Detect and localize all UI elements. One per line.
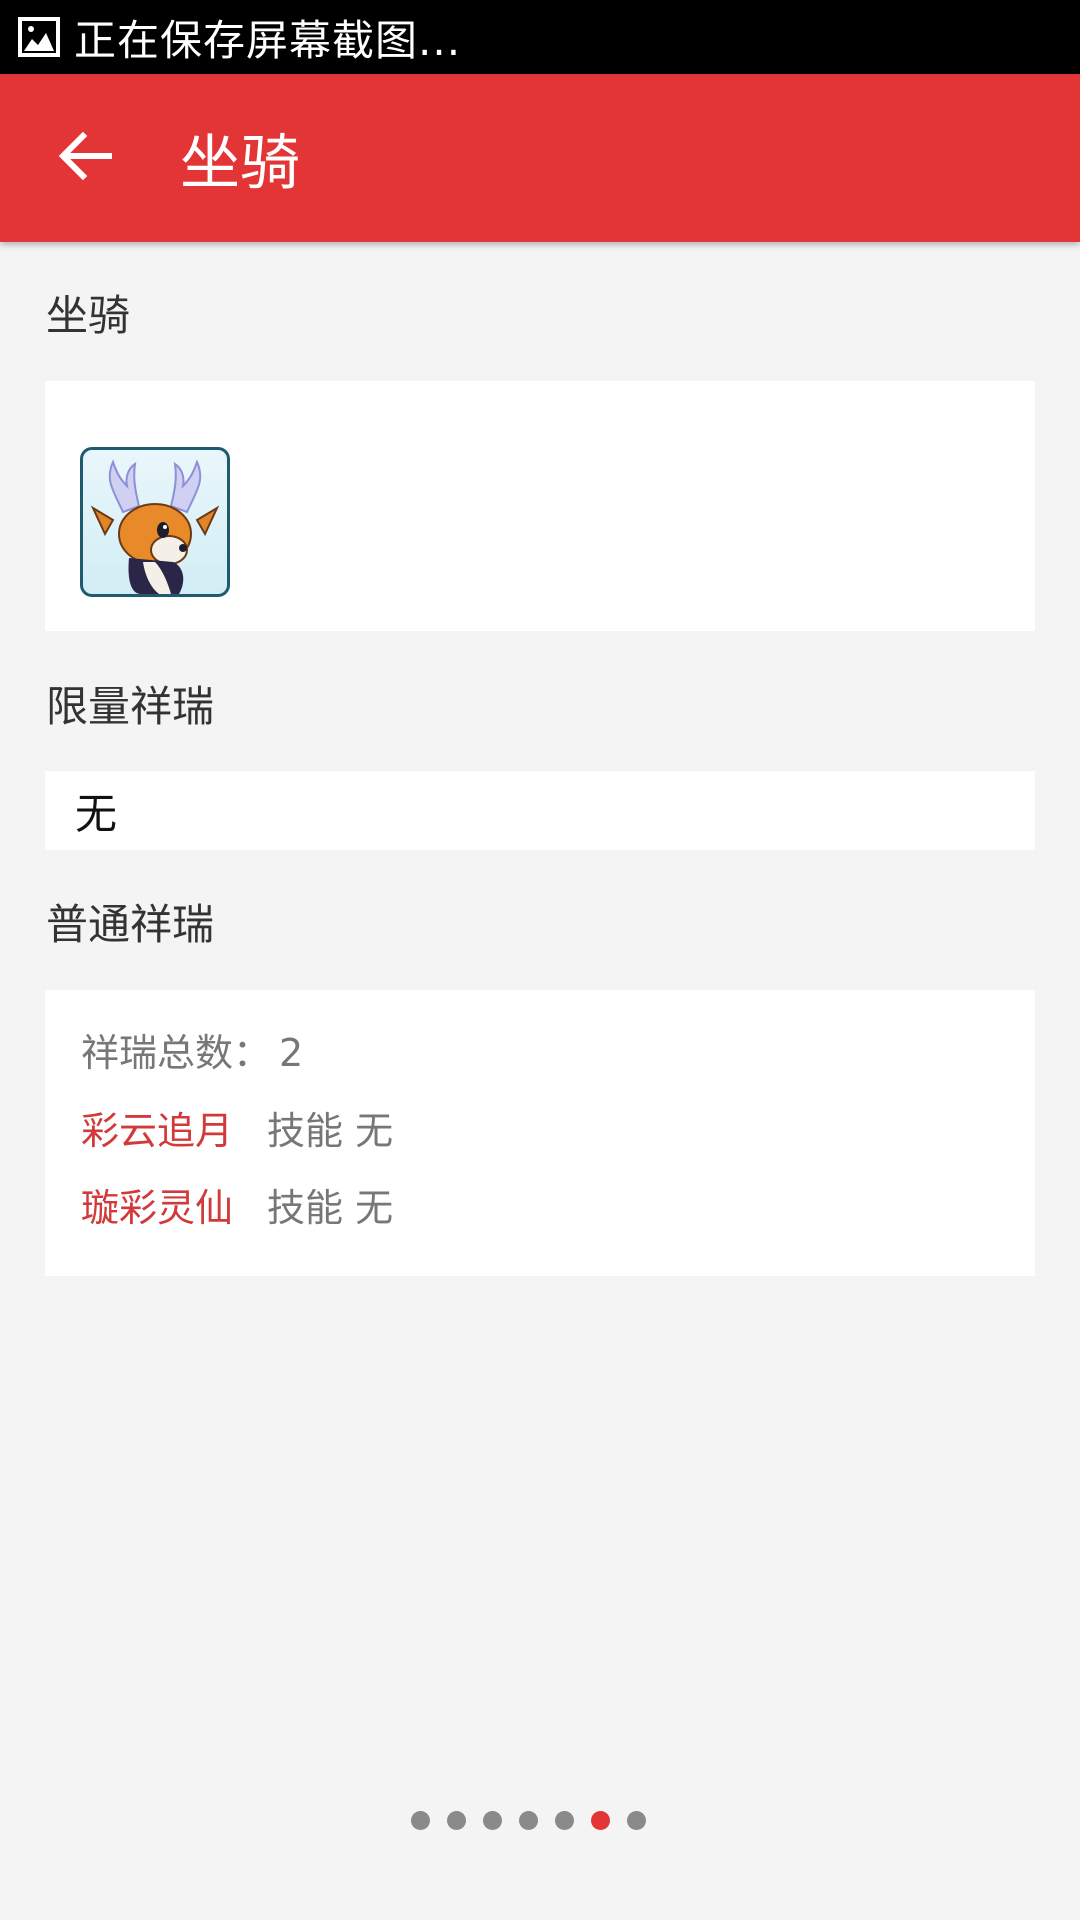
image-icon [18,17,60,57]
page-title: 坐骑 [180,128,300,199]
page-dot[interactable] [410,1810,430,1830]
status-notification-text: 正在保存屏幕截图... [74,15,462,65]
normal-card: 祥瑞总数： 2 彩云追月 技能 无 璇彩灵仙 技能 无 [45,990,1035,1276]
mount-skill: 技能 无 [267,1186,394,1230]
limited-card: 无 [45,771,1035,850]
page-dot[interactable] [518,1810,538,1830]
deer-mount-icon[interactable] [80,447,230,597]
back-button[interactable] [50,123,120,193]
page-dot[interactable] [446,1810,466,1830]
section-header-limited: 限量祥瑞 [46,682,215,731]
page-dot[interactable] [554,1810,574,1830]
list-item[interactable]: 璇彩灵仙 技能 无 [81,1177,393,1232]
arrow-left-icon [57,131,113,185]
list-item[interactable]: 彩云追月 技能 无 [81,1100,393,1155]
mount-name[interactable]: 彩云追月 [81,1100,267,1155]
mount-name[interactable]: 璇彩灵仙 [81,1177,267,1232]
mount-card [45,381,1035,631]
section-header-normal: 普通祥瑞 [46,900,215,949]
count-value: 2 [279,1031,304,1075]
page-dot[interactable] [482,1810,502,1830]
page-indicator [0,1808,1068,1832]
app-bar: 坐骑 [0,74,1080,242]
page-dot-active[interactable] [590,1810,610,1830]
count-label: 祥瑞总数： [81,1031,272,1075]
page-dot[interactable] [626,1810,646,1830]
section-header-mount: 坐骑 [46,291,131,340]
limited-value: 无 [75,789,118,838]
count-row: 祥瑞总数： 2 [81,1022,303,1077]
status-bar: 正在保存屏幕截图... [0,0,1080,74]
mount-skill: 技能 无 [267,1109,394,1153]
